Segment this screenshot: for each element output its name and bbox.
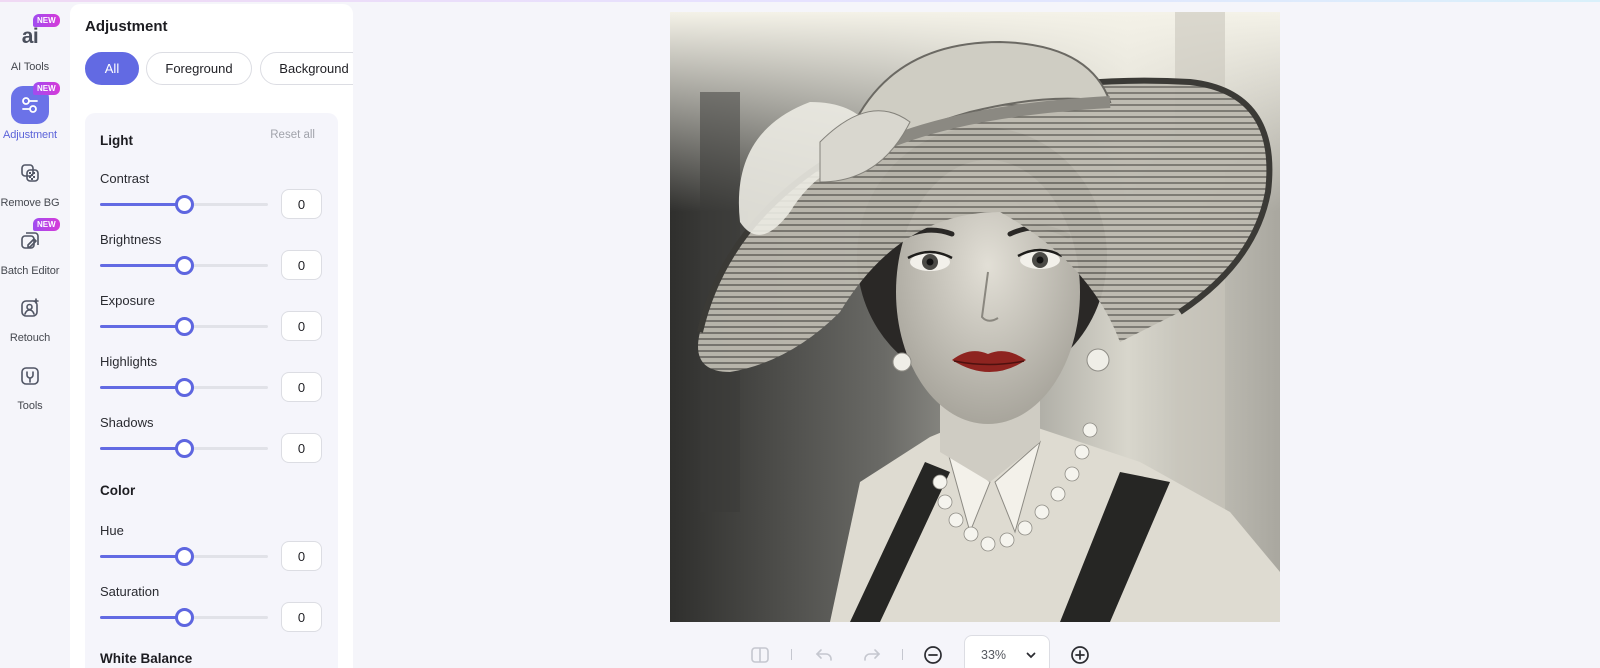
saturation-label: Saturation — [100, 584, 160, 599]
rail-item-remove-bg[interactable]: Remove BG — [0, 154, 60, 209]
slider-thumb[interactable] — [175, 317, 194, 336]
saturation-slider[interactable] — [100, 608, 268, 627]
new-badge: NEW — [33, 218, 60, 231]
slider-thumb[interactable] — [175, 547, 194, 566]
rail-label: Tools — [17, 400, 43, 412]
slider-fill — [100, 264, 184, 267]
rail-label: AI Tools — [10, 61, 50, 73]
highlights-slider[interactable] — [100, 378, 268, 397]
shadows-value[interactable]: 0 — [281, 433, 322, 463]
adjustment-panel: Adjustment All Foreground Background Lig… — [70, 4, 353, 668]
rail-label: Retouch — [9, 332, 51, 344]
section-title-white-balance: White Balance — [100, 651, 193, 666]
slider-fill — [100, 616, 184, 619]
rail-label: Remove BG — [0, 197, 60, 209]
exposure-value[interactable]: 0 — [281, 311, 322, 341]
slider-fill — [100, 386, 184, 389]
slider-thumb[interactable] — [175, 195, 194, 214]
slider-thumb[interactable] — [175, 256, 194, 275]
new-badge: NEW — [33, 82, 60, 95]
brightness-label: Brightness — [100, 232, 162, 247]
toolbar-divider — [902, 649, 903, 660]
section-title-light: Light — [100, 133, 133, 148]
adjustment-card: Light Reset all Contrast 0 Brightness 0 … — [85, 113, 338, 668]
rail-item-retouch[interactable]: Retouch — [0, 289, 60, 344]
slider-fill — [100, 325, 184, 328]
retouch-icon — [11, 289, 49, 327]
contrast-value[interactable]: 0 — [281, 189, 322, 219]
tab-all[interactable]: All — [85, 52, 139, 85]
hue-slider[interactable] — [100, 547, 268, 566]
slider-fill — [100, 203, 184, 206]
tab-foreground[interactable]: Foreground — [146, 52, 252, 85]
slider-fill — [100, 447, 184, 450]
reset-all-button[interactable]: Reset all — [270, 129, 315, 141]
highlights-value[interactable]: 0 — [281, 372, 322, 402]
slider-thumb[interactable] — [175, 439, 194, 458]
section-title-color: Color — [100, 483, 136, 498]
tools-icon — [11, 357, 49, 395]
slider-fill — [100, 555, 184, 558]
toolbar-divider — [791, 649, 792, 660]
contrast-slider[interactable] — [100, 195, 268, 214]
exposure-label: Exposure — [100, 293, 155, 308]
new-badge: NEW — [33, 14, 60, 27]
rail-item-ai-tools[interactable]: ai NEW AI Tools — [0, 14, 60, 73]
chevron-down-icon — [1026, 652, 1036, 659]
highlights-label: Highlights — [100, 354, 158, 369]
zoom-value: 33% — [981, 648, 1007, 662]
zoom-out-icon[interactable] — [921, 640, 945, 668]
rail-label: Batch Editor — [0, 265, 60, 277]
saturation-value[interactable]: 0 — [281, 602, 322, 632]
panel-title: Adjustment — [85, 18, 168, 35]
exposure-slider[interactable] — [100, 317, 268, 336]
adjustment-icon: NEW — [11, 82, 60, 124]
slider-thumb[interactable] — [175, 608, 194, 627]
redo-icon[interactable] — [860, 640, 884, 668]
tool-rail: ai NEW AI Tools NEW Adjustment Remove BG — [0, 2, 70, 668]
rail-item-tools[interactable]: Tools — [0, 357, 60, 412]
hue-value[interactable]: 0 — [281, 541, 322, 571]
contrast-label: Contrast — [100, 171, 150, 186]
rail-item-adjustment[interactable]: NEW Adjustment — [0, 82, 60, 141]
remove-bg-icon — [11, 154, 49, 192]
tab-background[interactable]: Background — [260, 52, 353, 85]
slider-thumb[interactable] — [175, 378, 194, 397]
ai-tools-icon: ai NEW — [11, 14, 60, 56]
undo-icon[interactable] — [812, 640, 836, 668]
rail-label: Adjustment — [2, 129, 58, 141]
shadows-slider[interactable] — [100, 439, 268, 458]
top-gradient-line — [0, 0, 1600, 2]
brightness-value[interactable]: 0 — [281, 250, 322, 280]
hue-label: Hue — [100, 523, 124, 538]
compare-icon[interactable] — [748, 640, 772, 668]
rail-item-batch-editor[interactable]: NEW Batch Editor — [0, 218, 60, 277]
zoom-select[interactable]: 33% — [964, 635, 1050, 668]
canvas-image[interactable] — [670, 12, 1280, 622]
zoom-in-icon[interactable] — [1068, 640, 1092, 668]
brightness-slider[interactable] — [100, 256, 268, 275]
shadows-label: Shadows — [100, 415, 154, 430]
batch-editor-icon: NEW — [11, 218, 60, 260]
